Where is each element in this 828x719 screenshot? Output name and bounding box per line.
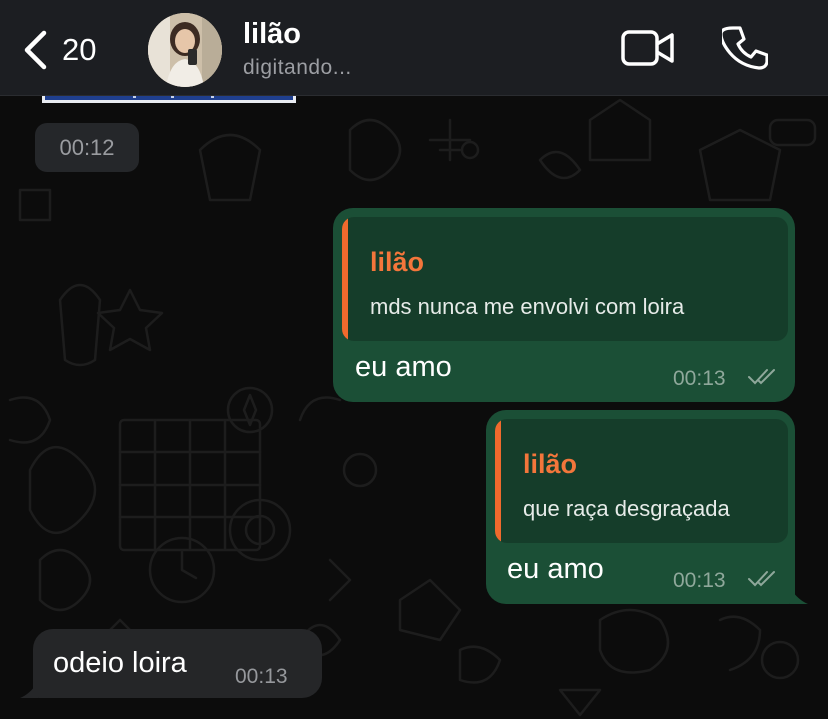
quoted-reply[interactable]: lilão mds nunca me envolvi com loira [342,217,788,341]
video-call-button[interactable] [620,29,676,72]
message-text: eu amo [355,351,452,383]
quote-accent-bar [495,419,501,543]
double-check-icon [748,571,775,587]
message-text: eu amo [507,553,604,585]
contact-name[interactable]: lilão [243,18,301,51]
quoted-reply[interactable]: lilão que raça desgraçada [495,419,788,543]
back-button[interactable]: 20 [22,26,96,74]
video-camera-icon [621,30,674,66]
voice-call-button[interactable] [719,25,769,76]
chevron-left-icon [24,30,47,70]
quoted-message-text: mds nunca me envolvi com loira [370,294,685,319]
quoted-message-text: que raça desgraçada [523,496,730,521]
message-time: 00:13 [673,367,726,390]
time-separator: 00:12 [35,123,139,172]
chat-header: 20 lilão digitando... [0,0,828,96]
message-time: 00:13 [235,665,288,688]
typing-status: digitando... [243,56,352,79]
quoted-sender-name: lilão [370,247,425,277]
bubble-tail [20,682,38,698]
quoted-sender-name: lilão [523,449,578,479]
message-text: odeio loira [53,647,187,679]
phone-icon [719,26,769,70]
outgoing-message[interactable]: lilão mds nunca me envolvi com loira eu … [333,208,795,402]
quote-accent-bar [342,217,348,341]
incoming-message[interactable]: odeio loira 00:13 [33,629,322,698]
outgoing-message[interactable]: lilão que raça desgraçada eu amo 00:13 [486,410,795,604]
bubble-tail [790,588,808,604]
unread-count: 20 [62,32,97,67]
double-check-icon [748,369,775,385]
message-time: 00:13 [673,569,726,592]
avatar[interactable] [148,13,222,87]
